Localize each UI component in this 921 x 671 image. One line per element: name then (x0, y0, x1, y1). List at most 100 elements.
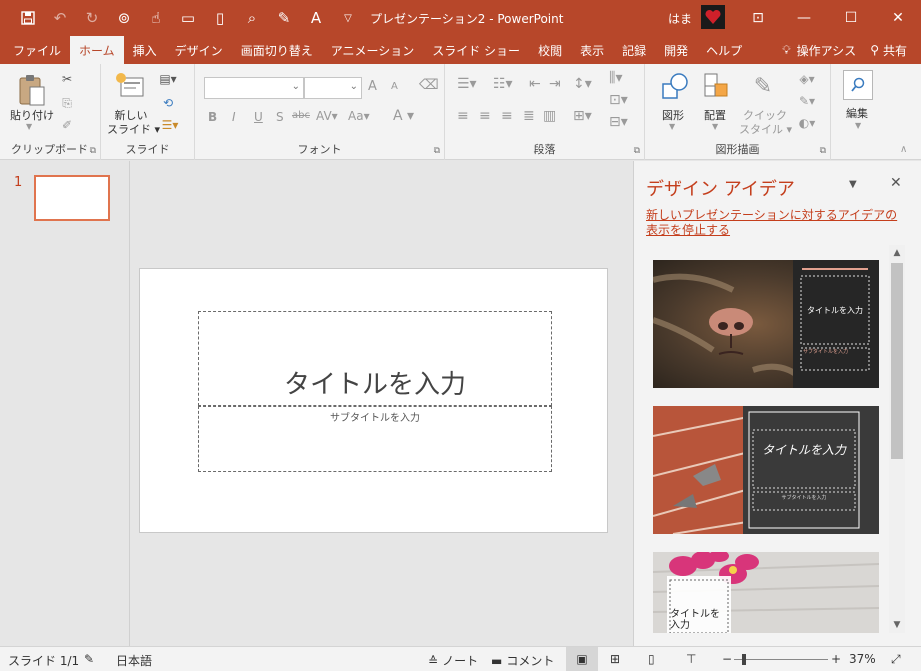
quick-styles-icon[interactable]: ✎ (747, 70, 779, 102)
scroll-down-icon[interactable]: ▼ (889, 617, 905, 633)
collapse-ribbon-icon[interactable]: ∧ (900, 144, 907, 155)
new-slide-icon[interactable] (114, 70, 146, 102)
shape-effects-icon[interactable]: ◐▾ (793, 114, 821, 132)
arrange-label[interactable]: 配置 (704, 107, 726, 123)
scroll-up-icon[interactable]: ▲ (889, 245, 905, 261)
align-right-icon[interactable]: ≡ (501, 108, 513, 124)
language[interactable]: 日本語 (116, 652, 152, 669)
tab-file[interactable]: ファイル (4, 36, 70, 64)
align-text-icon[interactable]: ⊡▾ (609, 92, 628, 108)
customize-icon[interactable]: ▽ (334, 4, 362, 32)
reset-icon[interactable]: ⟲ (157, 94, 179, 112)
tab-slideshow[interactable]: スライド ショー (423, 36, 529, 64)
shape-fill-icon[interactable]: ◈▾ (793, 70, 821, 88)
text-direction-icon[interactable]: ⫼▾ (609, 70, 622, 86)
spelling-icon[interactable]: ✎ (84, 652, 94, 666)
slide-canvas[interactable]: タイトルを入力 サブタイトルを入力 (139, 268, 608, 533)
slideshow-icon[interactable]: ⊤ (686, 652, 696, 666)
font-color-button[interactable]: A ▾ (393, 108, 414, 124)
grow-font-icon[interactable]: A (368, 79, 377, 94)
tell-me-search[interactable]: 💡︎ 操作アシス (782, 42, 856, 59)
fit-slide-icon[interactable]: ⤢ (891, 652, 901, 667)
ribbon-display-icon[interactable]: ⊡ (735, 0, 781, 36)
design-idea-card[interactable]: タイトルを入力 (653, 552, 879, 633)
cut-icon[interactable]: ✂ (58, 70, 76, 88)
close-icon[interactable]: ✕ (875, 0, 921, 36)
zoom-in-icon[interactable]: + (831, 652, 841, 666)
touch-icon[interactable]: ☝ (142, 4, 170, 32)
tab-help[interactable]: ヘルプ (697, 36, 751, 64)
arrange-icon[interactable] (701, 70, 733, 102)
zoom-level[interactable]: 37% (849, 652, 876, 666)
user-name[interactable]: はま (668, 10, 692, 27)
chevron-down-icon[interactable]: ▼ (669, 122, 675, 131)
font-color-icon[interactable]: A (302, 4, 330, 32)
save-icon[interactable] (14, 4, 42, 32)
bullets-icon[interactable]: ☰▾ (457, 76, 477, 92)
copy-icon[interactable]: ⎘ (58, 94, 76, 112)
change-case-button[interactable]: Aa▾ (348, 109, 370, 123)
tab-view[interactable]: 表示 (571, 36, 613, 64)
numbering-icon[interactable]: ☷▾ (493, 76, 513, 92)
strikethrough-button[interactable]: abc (292, 110, 310, 121)
shape-outline-icon[interactable]: ✎▾ (793, 92, 821, 110)
close-icon[interactable]: ✕ (890, 175, 902, 191)
font-name-combo[interactable]: ⌄ (204, 77, 304, 99)
shapes-icon[interactable] (659, 70, 691, 102)
maximize-icon[interactable]: ☐ (828, 0, 874, 36)
open-icon[interactable]: ▭ (174, 4, 202, 32)
char-spacing-button[interactable]: AV▾ (316, 109, 338, 123)
tab-record[interactable]: 記録 (613, 36, 655, 64)
design-idea-card[interactable]: タイトルを入力 サブタイトルを入力 (653, 260, 879, 388)
paste-label[interactable]: 貼り付け (8, 107, 56, 123)
chevron-down-icon[interactable]: ▼ (855, 121, 861, 130)
undo-icon[interactable]: ↶ (46, 4, 74, 32)
zoom-slider[interactable] (734, 659, 828, 660)
minimize-icon[interactable]: — (781, 0, 827, 36)
quick-styles-label-2[interactable]: スタイル ▾ (739, 121, 792, 137)
decrease-indent-icon[interactable]: ⇤ (529, 76, 541, 92)
notes-button[interactable]: ≙ ノート (428, 652, 478, 669)
italic-button[interactable]: I (232, 110, 236, 124)
increase-indent-icon[interactable]: ⇥ (549, 76, 561, 92)
convert-smartart-icon[interactable]: ⊟▾ (609, 114, 628, 130)
tab-developer[interactable]: 開発 (655, 36, 697, 64)
format-painter-icon[interactable]: ✎ (270, 4, 298, 32)
zoom-out-icon[interactable]: − (722, 652, 732, 666)
line-spacing-icon[interactable]: ↕▾ (573, 76, 592, 92)
redo-icon[interactable]: ↻ (78, 4, 106, 32)
shadow-button[interactable]: S (276, 110, 284, 124)
clipboard-launcher-icon[interactable]: ⧉ (90, 146, 96, 156)
slide-sorter-icon[interactable]: ⊞ (610, 652, 620, 666)
stop-ideas-link[interactable]: 新しいプレゼンテーションに対するアイデアの表示を停止する (646, 208, 908, 238)
editing-label[interactable]: 編集 (846, 105, 868, 121)
share-button[interactable]: ⚲ 共有 (870, 42, 907, 59)
format-painter-icon[interactable]: ✐ (58, 116, 76, 134)
paragraph-launcher-icon[interactable]: ⧉ (634, 146, 640, 156)
search-icon[interactable] (843, 70, 873, 100)
normal-view-icon[interactable]: ▣ (566, 647, 598, 671)
pane-options-icon[interactable]: ▼ (849, 179, 857, 190)
zoom-slider-thumb[interactable] (742, 654, 746, 665)
tab-home[interactable]: ホーム (70, 36, 124, 64)
new-slide-label-2[interactable]: スライド ▾ (107, 121, 160, 137)
underline-button[interactable]: U (254, 110, 263, 124)
tab-design[interactable]: デザイン (166, 36, 232, 64)
bold-button[interactable]: B (208, 110, 217, 124)
paste-icon[interactable] (14, 72, 50, 108)
smartart-icon[interactable]: ⊞▾ (573, 108, 592, 124)
scrollbar-thumb[interactable] (891, 263, 903, 459)
tab-insert[interactable]: 挿入 (124, 36, 166, 64)
shapes-label[interactable]: 図形 (662, 107, 684, 123)
comments-button[interactable]: ▬ コメント (491, 652, 554, 669)
chevron-down-icon[interactable]: ▼ (712, 122, 718, 131)
design-idea-card[interactable]: タイトルを入力 サブタイトルを入力 (653, 406, 879, 534)
justify-icon[interactable]: ≣ (523, 108, 535, 124)
reading-view-icon[interactable]: ▯ (648, 652, 655, 666)
tab-transitions[interactable]: 画面切り替え (232, 36, 322, 64)
pane-scrollbar[interactable]: ▲ ▼ (889, 245, 905, 633)
layout-icon[interactable]: ▤▾ (157, 70, 179, 88)
tab-animations[interactable]: アニメーション (322, 36, 424, 64)
avatar[interactable] (701, 5, 725, 29)
print-preview-icon[interactable]: ⌕ (238, 4, 266, 32)
